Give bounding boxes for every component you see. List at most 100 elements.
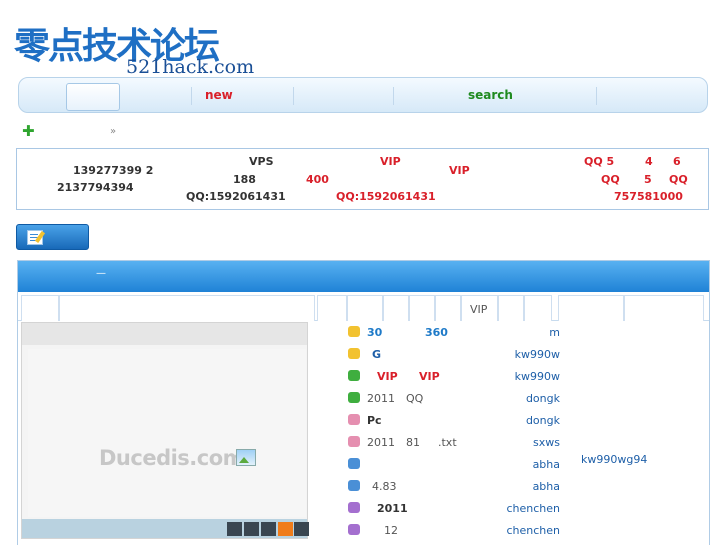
thread-title-part[interactable]: VIP xyxy=(419,370,440,383)
thread-title[interactable]: Pc xyxy=(367,414,382,427)
notice-text: 139277399 2 xyxy=(73,164,154,177)
tab[interactable] xyxy=(317,295,347,321)
list-item[interactable]: 4.83 abha xyxy=(340,476,560,496)
thread-author[interactable]: chenchen xyxy=(500,524,560,537)
thread-title-part[interactable]: 360 xyxy=(425,326,448,339)
tab[interactable] xyxy=(409,295,435,321)
notice-text: VIP xyxy=(449,164,470,177)
thread-author[interactable]: abha xyxy=(500,458,560,471)
tab[interactable] xyxy=(435,295,461,321)
main-nav-bar: new search xyxy=(18,77,708,113)
nav-item-search[interactable]: search xyxy=(468,88,513,102)
list-item[interactable]: Pc dongk xyxy=(340,410,560,430)
notice-text: 188 xyxy=(233,173,256,186)
notice-text: QQ xyxy=(601,173,620,186)
list-item[interactable]: 2011 81 .txt sxws xyxy=(340,432,560,452)
notice-text: 4 xyxy=(645,155,653,168)
logo-domain-text: 521hack.com xyxy=(126,56,255,78)
notice-link[interactable]: QQ:1592061431 xyxy=(336,190,436,203)
thread-title-part[interactable]: QQ xyxy=(406,392,423,405)
image-slideshow[interactable]: Ducedis.com xyxy=(21,322,309,539)
notice-box: 139277399 2 2137794394 VPS 188 QQ:159206… xyxy=(16,148,709,210)
slideshow-brand: Ducedis.com xyxy=(99,446,245,470)
thread-title[interactable]: 2011 xyxy=(367,392,395,405)
thread-author[interactable]: kw990w xyxy=(500,370,560,383)
nav-separator xyxy=(293,87,294,105)
notice-link[interactable]: QQ:1592061431 xyxy=(186,190,286,203)
notice-text: VPS xyxy=(249,155,274,168)
list-item[interactable]: VIP VIP kw990w xyxy=(340,366,560,386)
thread-title-part[interactable]: .txt xyxy=(438,436,457,449)
thread-title[interactable]: G xyxy=(372,348,381,361)
notice-text: QQ 5 xyxy=(584,155,615,168)
thread-icon xyxy=(348,414,360,425)
nav-separator xyxy=(191,87,192,105)
section-tabs: VIP xyxy=(18,292,709,321)
thread-title[interactable]: 2011 xyxy=(377,502,408,515)
tab[interactable] xyxy=(347,295,383,321)
thread-author[interactable]: chenchen xyxy=(500,502,560,515)
thread-icon xyxy=(348,436,360,447)
thread-icon xyxy=(348,348,360,359)
nav-separator xyxy=(393,87,394,105)
list-item[interactable]: 30 360 m xyxy=(340,322,560,342)
thread-icon xyxy=(348,502,360,513)
sidebar-username[interactable]: kw990wg94 xyxy=(581,453,647,466)
tab[interactable] xyxy=(524,295,552,321)
slide-dot-3[interactable] xyxy=(261,522,276,536)
nav-item-new[interactable]: new xyxy=(205,88,233,102)
site-logo[interactable]: 零点技术论坛 521hack.com xyxy=(14,25,255,78)
tab[interactable] xyxy=(624,295,704,321)
tab[interactable] xyxy=(498,295,524,321)
section-header-bar xyxy=(18,261,709,292)
slide-dot-5[interactable] xyxy=(294,522,309,536)
slideshow-image[interactable]: Ducedis.com xyxy=(28,349,306,517)
tab-vip[interactable]: VIP xyxy=(461,295,498,321)
tab[interactable] xyxy=(558,295,624,321)
list-item[interactable]: 2011 QQ dongk xyxy=(340,388,560,408)
notice-text: QQ xyxy=(669,173,688,186)
thread-icon xyxy=(348,458,360,469)
thread-author[interactable]: dongk xyxy=(500,392,560,405)
thread-author[interactable]: dongk xyxy=(500,414,560,427)
notice-text: 400 xyxy=(306,173,329,186)
thread-title[interactable]: 12 xyxy=(384,524,398,537)
thread-title[interactable]: VIP xyxy=(377,370,398,383)
thread-author[interactable]: kw990w xyxy=(500,348,560,361)
nav-separator xyxy=(596,87,597,105)
nav-home-button[interactable] xyxy=(66,83,120,111)
thread-author[interactable]: sxws xyxy=(500,436,560,449)
thread-title-part[interactable]: 81 xyxy=(406,436,420,449)
thread-icon xyxy=(348,326,360,337)
list-item[interactable]: 2011 chenchen xyxy=(340,498,560,518)
slideshow-controls xyxy=(22,519,309,538)
thread-author[interactable]: m xyxy=(500,326,560,339)
thread-title[interactable]: 2011 xyxy=(367,436,395,449)
plus-icon[interactable]: ✚ xyxy=(22,124,35,139)
notice-text: 5 xyxy=(644,173,652,186)
slide-dot-1[interactable] xyxy=(227,522,242,536)
notice-text: VIP xyxy=(380,155,401,168)
new-post-button[interactable] xyxy=(16,224,89,250)
tab-vip-label: VIP xyxy=(470,303,488,316)
notice-link[interactable]: 757581000 xyxy=(614,190,683,203)
thread-icon xyxy=(348,480,360,491)
thread-title[interactable]: 4.83 xyxy=(372,480,397,493)
thread-icon xyxy=(348,524,360,535)
list-item[interactable]: abha xyxy=(340,454,560,474)
list-item[interactable]: 12 chenchen xyxy=(340,520,560,540)
tab[interactable] xyxy=(21,295,59,321)
notice-text: 6 xyxy=(673,155,681,168)
slide-dot-4[interactable] xyxy=(278,522,293,536)
thread-list: 30 360 m G kw990w VIP VIP kw990w 2011 QQ… xyxy=(340,322,560,545)
image-icon xyxy=(236,449,256,466)
breadcrumb-separator: » xyxy=(110,126,117,137)
slide-dot-2[interactable] xyxy=(244,522,259,536)
tab[interactable] xyxy=(59,295,315,321)
slideshow-title-bar xyxy=(22,323,307,345)
thread-author[interactable]: abha xyxy=(500,480,560,493)
thread-icon xyxy=(348,392,360,403)
tab[interactable] xyxy=(383,295,409,321)
thread-title[interactable]: 30 xyxy=(367,326,382,339)
list-item[interactable]: G kw990w xyxy=(340,344,560,364)
